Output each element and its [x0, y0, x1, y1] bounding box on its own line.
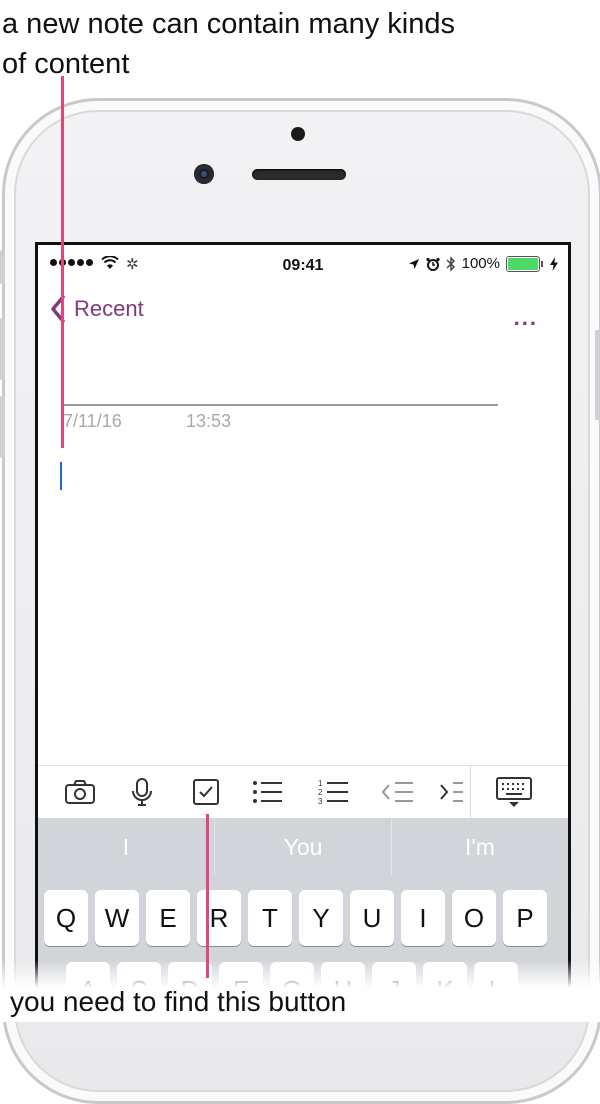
volume-up-button [0, 318, 5, 380]
bottom-annotation-caption: you need to find this button [10, 986, 347, 1017]
key-w[interactable]: W [95, 890, 139, 946]
checkbox-icon [193, 779, 219, 805]
suggestion-2[interactable]: You [214, 818, 391, 876]
format-toolbar: 123 [38, 765, 568, 818]
svg-text:2: 2 [318, 788, 323, 797]
key-q[interactable]: Q [44, 890, 88, 946]
back-button[interactable]: Recent [50, 295, 144, 323]
alarm-icon [426, 257, 440, 271]
status-bar: ✲ 09:41 100% [38, 245, 568, 285]
numbered-list-icon: 123 [318, 779, 348, 806]
mute-switch [0, 250, 5, 284]
camera-icon [65, 780, 95, 804]
svg-text:3: 3 [318, 797, 323, 806]
suggestion-3[interactable]: I'm [391, 818, 568, 876]
outdent-button[interactable] [378, 774, 418, 810]
record-audio-button[interactable] [122, 774, 162, 810]
volume-down-button [0, 396, 5, 458]
top-annotation-caption: a new note can contain many kinds of con… [2, 8, 455, 80]
note-title-field[interactable] [63, 404, 498, 406]
bulleted-list-icon [253, 781, 282, 803]
key-r[interactable]: R [197, 890, 241, 946]
insert-picture-button[interactable] [60, 774, 100, 810]
key-t[interactable]: T [248, 890, 292, 946]
earpiece-speaker [252, 169, 346, 180]
indent-icon [440, 782, 463, 802]
note-date: 7/11/16 [63, 411, 122, 431]
note-time: 13:53 [186, 411, 232, 431]
toolbar-divider [470, 766, 471, 818]
bulleted-list-button[interactable] [248, 774, 288, 810]
suggestion-1[interactable]: I [38, 818, 214, 876]
back-button-label: Recent [74, 296, 144, 321]
numbered-list-button[interactable]: 123 [314, 774, 354, 810]
key-e[interactable]: E [146, 890, 190, 946]
power-button [595, 330, 600, 420]
key-p[interactable]: P [503, 890, 547, 946]
text-cursor [60, 462, 62, 490]
todo-checkbox-button[interactable] [186, 774, 226, 810]
key-i[interactable]: I [401, 890, 445, 946]
more-options-button[interactable]: ... [514, 305, 538, 331]
battery-percentage: 100% [461, 255, 500, 272]
location-arrow-icon [408, 258, 419, 269]
keyboard-dismiss-icon [496, 777, 532, 807]
svg-text:1: 1 [318, 779, 323, 788]
key-u[interactable]: U [350, 890, 394, 946]
charging-bolt-icon [550, 256, 558, 271]
microphone-icon [132, 778, 152, 806]
dismiss-keyboard-button[interactable] [494, 774, 534, 810]
bluetooth-icon [446, 255, 455, 272]
keyboard-row-1: Q W E R T Y U I O P [44, 890, 547, 946]
predictive-bar: I You I'm [38, 818, 568, 876]
front-camera [194, 164, 214, 184]
key-o[interactable]: O [452, 890, 496, 946]
outdent-icon [381, 782, 413, 802]
bottom-annotation-pointer [206, 814, 209, 978]
key-y[interactable]: Y [299, 890, 343, 946]
phone-screen: ✲ 09:41 100% Recent ... 7/11/16 13:53 1 … [35, 242, 571, 1005]
proximity-sensor [291, 127, 305, 141]
battery-icon [506, 255, 543, 272]
status-right-group: 100% [408, 255, 558, 272]
top-annotation-pointer [61, 76, 64, 448]
